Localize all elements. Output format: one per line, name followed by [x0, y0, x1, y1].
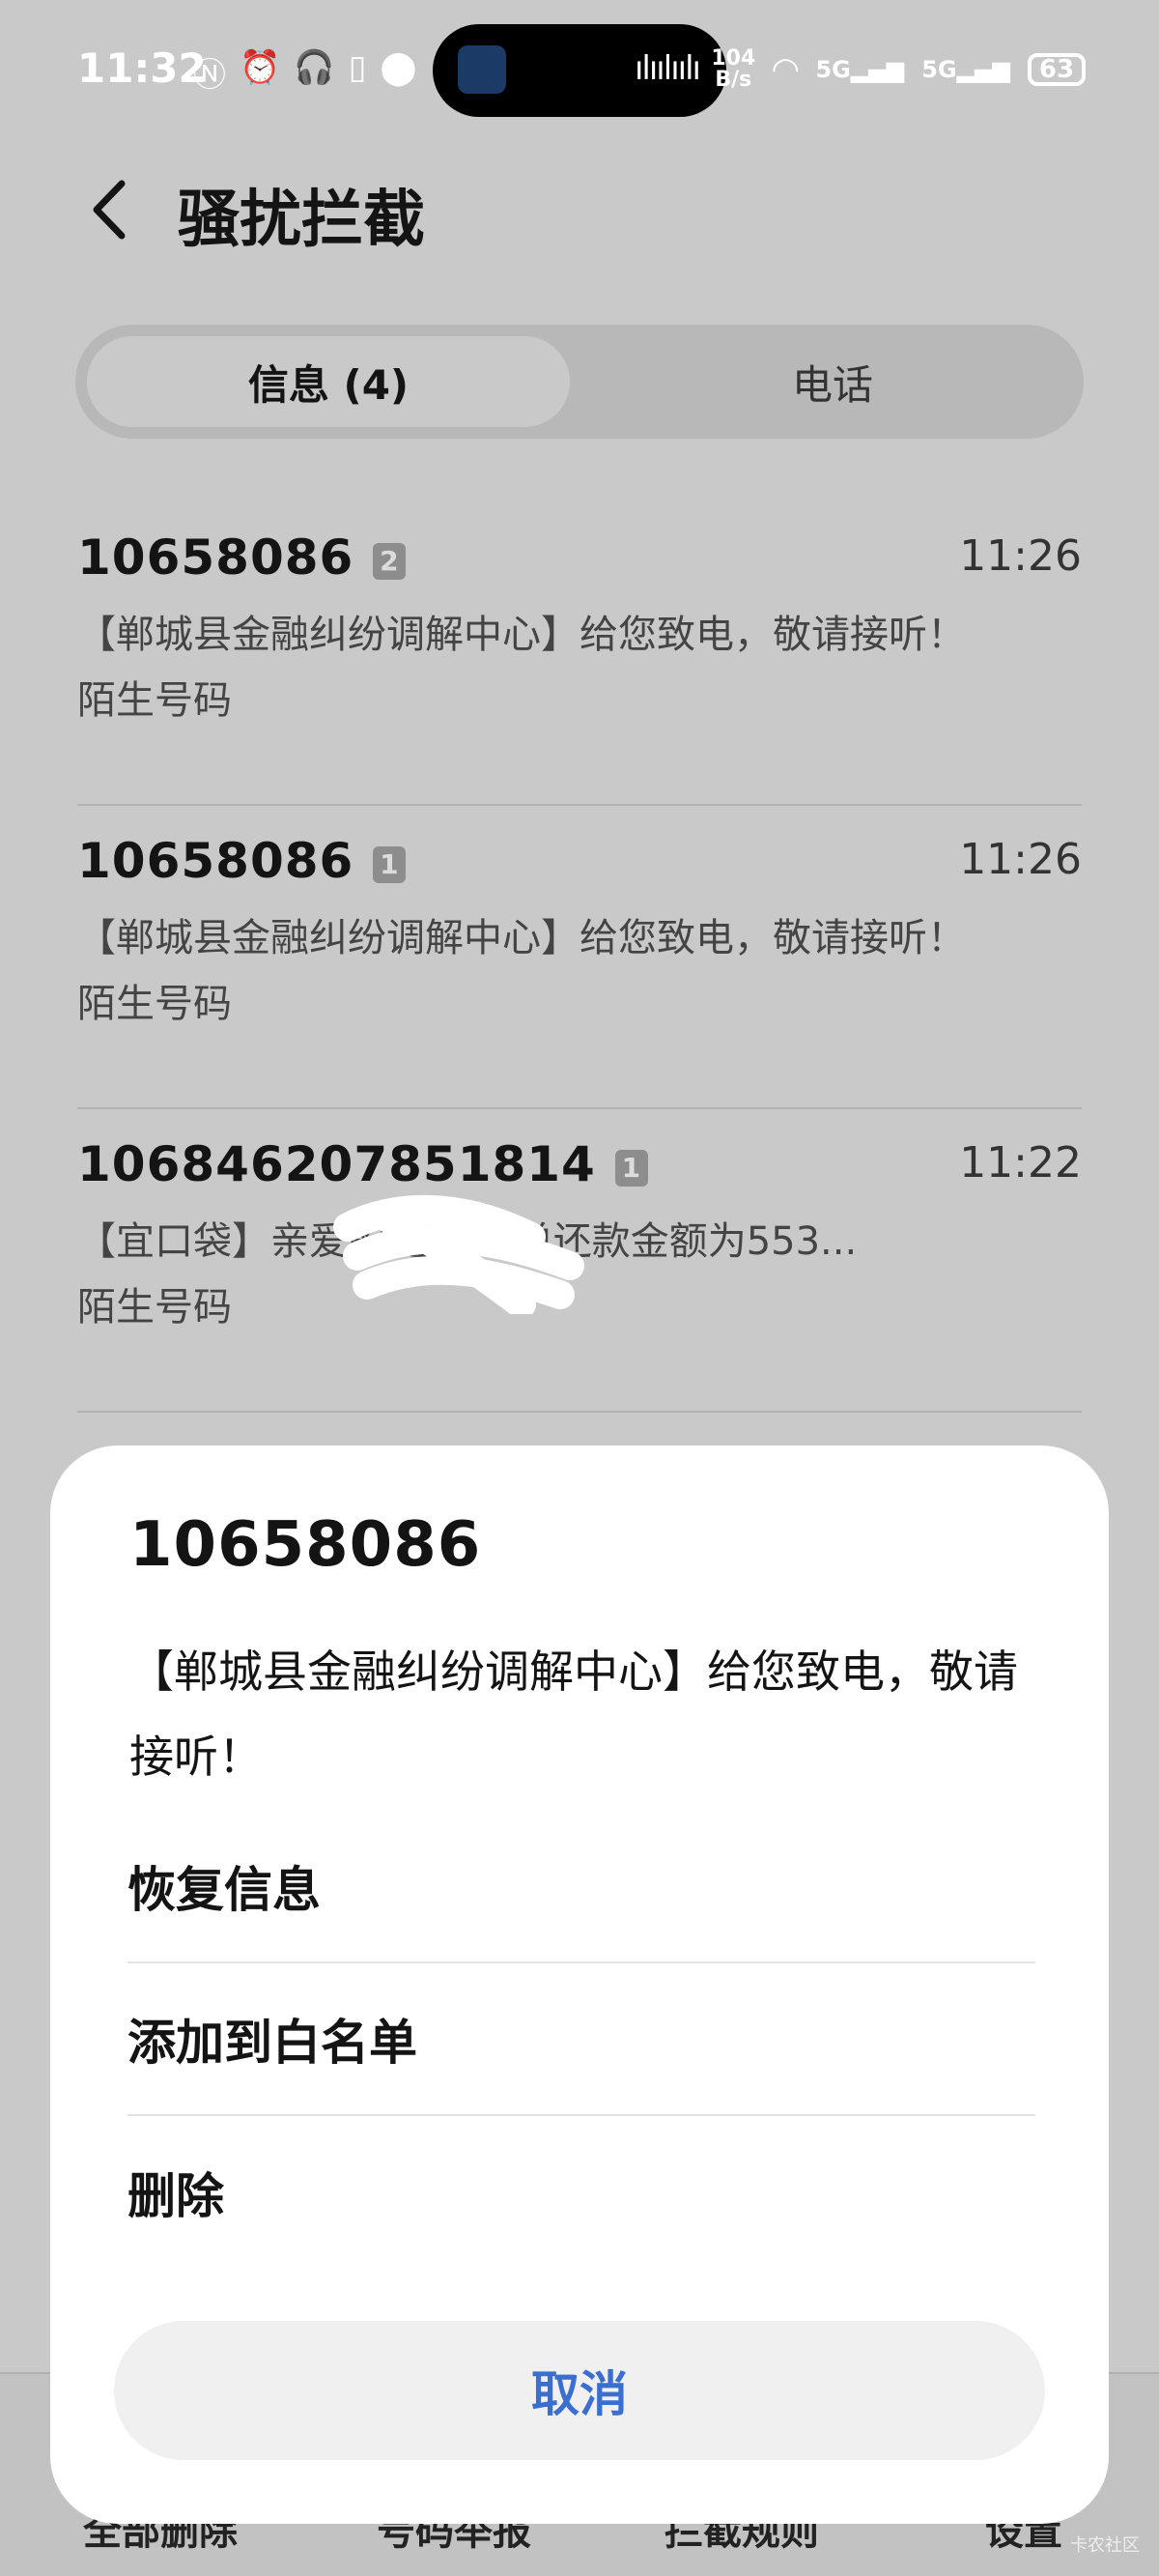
- message-tag: 陌生号码: [77, 678, 232, 723]
- status-left-icons: Ⓝ ⏰ 🎧 ▯ ⬤: [193, 48, 416, 96]
- status-right-icons: 104 B/s ◠ 5G▂▄▆ 5G▂▄▆ 63: [711, 48, 1086, 91]
- list-item[interactable]: 10658086 2 11:26 【郸城县金融纠纷调解中心】给您致电，敬请接听！ …: [77, 502, 1082, 806]
- message-preview: 【郸城县金融纠纷调解中心】给您致电，敬请接听！: [77, 613, 966, 657]
- tab-messages[interactable]: 信息 (4): [87, 336, 570, 427]
- cancel-button[interactable]: 取消: [114, 2321, 1045, 2460]
- back-button[interactable]: [85, 176, 133, 243]
- net-speed: 104 B/s: [711, 46, 756, 92]
- action-sheet: 10658086 【郸城县金融纠纷调解中心】给您致电，敬请接听！ 恢复信息 添加…: [50, 1445, 1109, 2524]
- message-time: 11:22: [959, 1138, 1082, 1188]
- message-tag: 陌生号码: [77, 1285, 232, 1330]
- battery-indicator: 63: [1028, 53, 1086, 86]
- battery-small-icon: ▯: [348, 48, 367, 87]
- wifi-icon: ◠: [773, 50, 799, 89]
- message-count-badge: 2: [373, 542, 407, 580]
- app-header: 骚扰拦截: [0, 145, 1159, 271]
- audio-wave-icon: ılıılıılı: [634, 49, 701, 88]
- message-preview: 【郸城县金融纠纷调解中心】给您致电，敬请接听！: [77, 916, 966, 960]
- message-count-badge: 1: [614, 1149, 648, 1187]
- nfc-icon: Ⓝ: [193, 56, 226, 95]
- sheet-sender-number: 10658086: [129, 1509, 482, 1581]
- location-icon: ⬤: [380, 48, 417, 87]
- watermark: 卡农社区: [1070, 2535, 1140, 2556]
- sheet-message-text: 【郸城县金融纠纷调解中心】给您致电，敬请接听！: [129, 1646, 1018, 1783]
- message-tag: 陌生号码: [77, 982, 232, 1026]
- add-to-whitelist-option[interactable]: 添加到白名单: [127, 1963, 1035, 2116]
- redaction-scribble: [333, 1194, 584, 1314]
- sender-number: 10658086 2: [77, 530, 407, 586]
- sender-number: 10658086 1: [77, 833, 407, 889]
- headphones-icon: 🎧: [294, 48, 335, 87]
- message-time: 11:26: [959, 835, 1082, 884]
- message-time: 11:26: [959, 531, 1082, 581]
- signal-5g-1: 5G▂▄▆: [815, 56, 905, 83]
- signal-5g-2: 5G▂▄▆: [921, 56, 1010, 83]
- tab-calls[interactable]: 电话: [591, 336, 1074, 427]
- status-time: 11:32: [77, 44, 207, 92]
- message-count-badge: 1: [373, 845, 407, 883]
- album-art-icon: [458, 45, 506, 94]
- restore-message-option[interactable]: 恢复信息: [127, 1811, 1035, 1963]
- sender-number: 106846207851814 1: [77, 1136, 648, 1192]
- list-item[interactable]: 10658086 1 11:26 【郸城县金融纠纷调解中心】给您致电，敬请接听！ …: [77, 806, 1082, 1109]
- delete-option[interactable]: 删除: [127, 2116, 1035, 2269]
- dynamic-island[interactable]: ılıılıılı: [433, 24, 726, 117]
- alarm-icon: ⏰: [240, 48, 281, 87]
- chevron-left-icon: [93, 180, 126, 240]
- status-bar: 11:32 Ⓝ ⏰ 🎧 ▯ ⬤ ılıılıılı 104 B/s ◠ 5G▂▄…: [0, 0, 1159, 145]
- page-title: 骚扰拦截: [178, 185, 425, 256]
- segmented-tabs: 信息 (4) 电话: [75, 325, 1084, 439]
